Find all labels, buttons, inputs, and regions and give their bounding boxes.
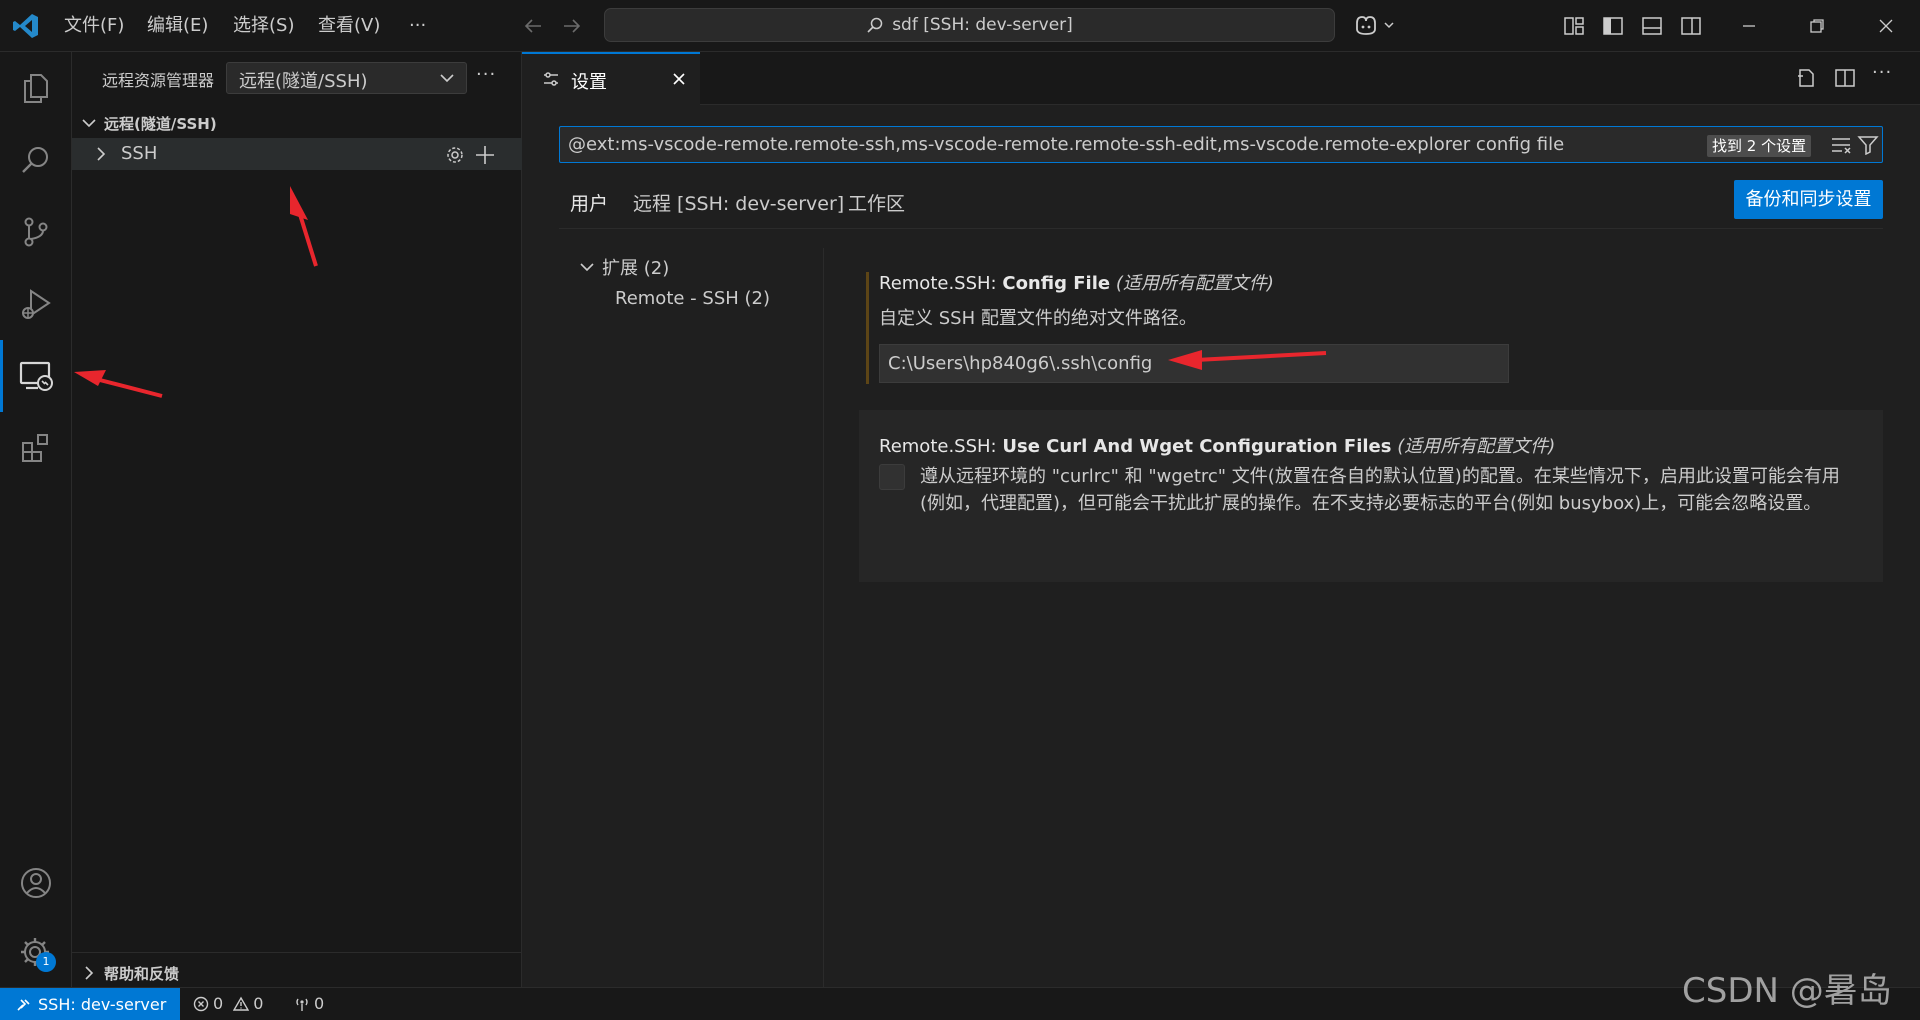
ports-count: 0 — [314, 994, 325, 1013]
remote-indicator[interactable]: SSH: dev-server — [0, 988, 180, 1020]
status-bar: SSH: dev-server 0 0 0 — [0, 987, 1920, 1020]
arrow-head — [290, 186, 308, 220]
arrow-head — [74, 370, 106, 386]
ports-indicator[interactable]: 0 — [294, 994, 324, 1013]
arrow-to-config-path — [1195, 351, 1327, 362]
problems-indicator[interactable]: 0 0 — [193, 994, 263, 1013]
arrow-to-remote-icon — [95, 377, 163, 398]
annotation-arrows — [74, 186, 1327, 398]
warning-count: 0 — [253, 994, 264, 1013]
error-count: 0 — [213, 994, 224, 1013]
arrow-head — [1168, 350, 1202, 370]
remote-icon — [16, 996, 32, 1012]
error-icon — [193, 996, 209, 1012]
watermark: CSDN @暑岛 — [1682, 971, 1892, 1011]
warning-icon — [233, 996, 250, 1012]
remote-label: SSH: dev-server — [38, 994, 167, 1014]
broadcast-icon — [294, 996, 310, 1012]
